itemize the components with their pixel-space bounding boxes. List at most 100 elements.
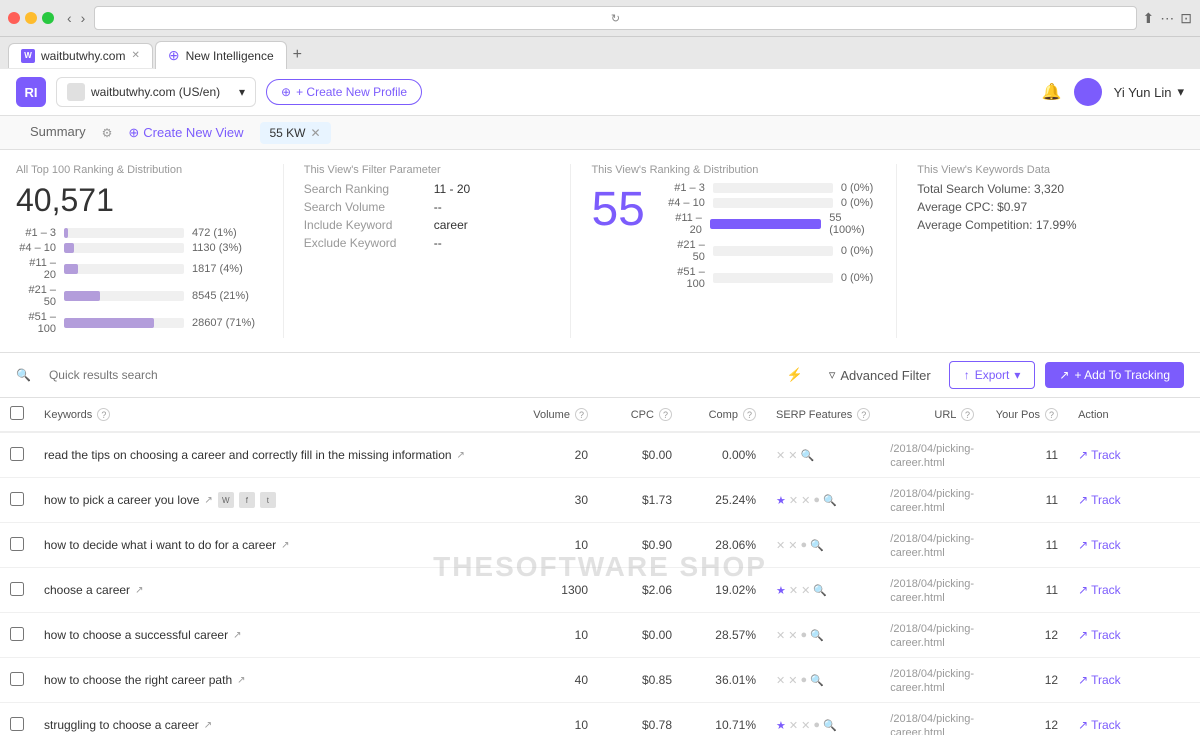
address-bar[interactable]: ↻ bbox=[94, 6, 1136, 30]
col-header-volume[interactable]: Volume ? bbox=[514, 398, 598, 432]
track-button[interactable]: ↗ Track bbox=[1078, 448, 1190, 462]
mag-icon[interactable]: 🔍 bbox=[810, 629, 824, 642]
row-checkbox[interactable] bbox=[10, 447, 24, 461]
chevron-down-icon: ▾ bbox=[1014, 368, 1020, 382]
mag-icon[interactable]: 🔍 bbox=[823, 719, 837, 732]
cpc-cell: $0.85 bbox=[598, 658, 682, 703]
keyword-icon[interactable]: t bbox=[260, 492, 276, 508]
info-icon[interactable]: ? bbox=[961, 408, 974, 421]
track-button[interactable]: ↗ Track bbox=[1078, 493, 1190, 507]
col-header-comp[interactable]: Comp ? bbox=[682, 398, 766, 432]
track-button[interactable]: ↗ Track bbox=[1078, 538, 1190, 552]
circle-icon: ● bbox=[813, 494, 820, 506]
keyword-icon[interactable]: f bbox=[239, 492, 255, 508]
back-button[interactable]: ‹ bbox=[64, 10, 75, 26]
external-link-icon[interactable]: ↗ bbox=[204, 720, 212, 731]
external-link-icon[interactable]: ↗ bbox=[135, 585, 143, 596]
share-button[interactable]: ⬆ bbox=[1143, 10, 1155, 27]
x-icon: ✕ bbox=[776, 539, 785, 552]
col-header-serp[interactable]: SERP Features ? bbox=[766, 398, 880, 432]
view-ranking-label: This View's Ranking & Distribution bbox=[591, 164, 876, 176]
col-header-cpc[interactable]: CPC ? bbox=[598, 398, 682, 432]
track-button[interactable]: ↗ Track bbox=[1078, 673, 1190, 687]
plus-icon: ⊕ bbox=[281, 85, 291, 99]
info-icon[interactable]: ? bbox=[97, 408, 110, 421]
minimize-dot[interactable] bbox=[25, 12, 37, 24]
forward-button[interactable]: › bbox=[78, 10, 89, 26]
row-checkbox[interactable] bbox=[10, 582, 24, 596]
external-link-icon[interactable]: ↗ bbox=[233, 630, 241, 641]
row-checkbox[interactable] bbox=[10, 627, 24, 641]
track-button[interactable]: ↗ Track bbox=[1078, 718, 1190, 732]
track-label: Track bbox=[1091, 538, 1121, 552]
filter-icon-btn[interactable]: ⚡ bbox=[779, 362, 811, 388]
close-dot[interactable] bbox=[8, 12, 20, 24]
tab-55kw[interactable]: 55 KW ✕ bbox=[260, 122, 331, 144]
tab-summary[interactable]: Summary bbox=[16, 116, 100, 149]
track-icon: ↗ bbox=[1078, 493, 1088, 507]
external-link-icon[interactable]: ↗ bbox=[281, 540, 289, 551]
circle-icon: ● bbox=[800, 674, 807, 686]
volume-cell: 20 bbox=[514, 432, 598, 478]
col-header-keywords: Keywords ? bbox=[34, 398, 514, 432]
mag-icon[interactable]: 🔍 bbox=[800, 449, 814, 462]
bar-track bbox=[64, 243, 184, 253]
sidebar-button[interactable]: ⊡ bbox=[1180, 10, 1192, 27]
keyword-icon[interactable]: W bbox=[218, 492, 234, 508]
col-header-action: Action bbox=[1068, 398, 1200, 432]
new-tab-button[interactable]: + bbox=[289, 46, 306, 64]
comp-cell: 0.00% bbox=[682, 432, 766, 478]
search-input[interactable] bbox=[39, 363, 199, 387]
select-all-checkbox[interactable] bbox=[10, 406, 24, 420]
x-icon: ✕ bbox=[789, 494, 798, 507]
advanced-filter-button[interactable]: ▿ Advanced Filter bbox=[821, 362, 939, 388]
url-cell: /2018/04/picking-career.html bbox=[880, 658, 984, 703]
bell-icon[interactable]: 🔔 bbox=[1042, 82, 1062, 102]
create-new-view[interactable]: ⊕ Create New View bbox=[114, 117, 257, 149]
table-container[interactable]: Keywords ? Volume ? CPC ? Comp ? SERP Fe… bbox=[0, 398, 1200, 735]
track-button[interactable]: ↗ Track bbox=[1078, 583, 1190, 597]
create-profile-button[interactable]: ⊕ + Create New Profile bbox=[266, 79, 422, 105]
profile-selector[interactable]: waitbutwhy.com (US/en) ▾ bbox=[56, 77, 256, 107]
row-checkbox[interactable] bbox=[10, 492, 24, 506]
x-icon-2: ✕ bbox=[788, 539, 797, 552]
row-checkbox[interactable] bbox=[10, 672, 24, 686]
info-icon[interactable]: ? bbox=[857, 408, 870, 421]
row-checkbox[interactable] bbox=[10, 717, 24, 731]
col-header-url[interactable]: URL ? bbox=[880, 398, 984, 432]
tracking-label: + Add To Tracking bbox=[1074, 368, 1170, 382]
tab-close-icon[interactable]: ✕ bbox=[311, 126, 321, 140]
bar-row-2: #4 – 10 1130 (3%) bbox=[16, 242, 263, 254]
filter-params-section: This View's Filter Parameter Search Rank… bbox=[304, 164, 572, 338]
info-icon[interactable]: ? bbox=[743, 408, 756, 421]
action-cell: ↗ Track bbox=[1068, 703, 1200, 735]
mag-icon[interactable]: 🔍 bbox=[813, 584, 827, 597]
kw-data-row-3: Average Competition: 17.99% bbox=[917, 218, 1164, 232]
action-cell: ↗ Track bbox=[1068, 478, 1200, 523]
tab-intelligence[interactable]: ⊕ New Intelligence bbox=[155, 41, 287, 69]
info-icon[interactable]: ? bbox=[575, 408, 588, 421]
maximize-dot[interactable] bbox=[42, 12, 54, 24]
add-tracking-button[interactable]: ↗ + Add To Tracking bbox=[1045, 362, 1184, 388]
track-button[interactable]: ↗ Track bbox=[1078, 628, 1190, 642]
circle-icon: ● bbox=[813, 719, 820, 731]
row-checkbox[interactable] bbox=[10, 537, 24, 551]
col-header-pos[interactable]: Your Pos ? bbox=[984, 398, 1068, 432]
info-icon[interactable]: ? bbox=[1045, 408, 1058, 421]
external-link-icon[interactable]: ↗ bbox=[204, 495, 212, 506]
gear-icon[interactable]: ⚙ bbox=[102, 126, 113, 140]
action-cell: ↗ Track bbox=[1068, 432, 1200, 478]
tab-waitbutwhy[interactable]: W waitbutwhy.com ✕ bbox=[8, 43, 153, 68]
menu-button[interactable]: ⋯ bbox=[1160, 10, 1174, 27]
keyword-text: choose a career bbox=[44, 583, 130, 597]
browser-chrome: ‹ › ↻ ⬆ ⋯ ⊡ bbox=[0, 0, 1200, 37]
mag-icon[interactable]: 🔍 bbox=[810, 674, 824, 687]
export-button[interactable]: ↑ Export ▾ bbox=[949, 361, 1036, 389]
info-icon[interactable]: ? bbox=[659, 408, 672, 421]
external-link-icon[interactable]: ↗ bbox=[237, 675, 245, 686]
external-link-icon[interactable]: ↗ bbox=[457, 450, 465, 461]
mag-icon[interactable]: 🔍 bbox=[810, 539, 824, 552]
mag-icon[interactable]: 🔍 bbox=[823, 494, 837, 507]
tab-close[interactable]: ✕ bbox=[131, 50, 139, 61]
bar-row-4: #21 – 50 8545 (21%) bbox=[16, 284, 263, 308]
